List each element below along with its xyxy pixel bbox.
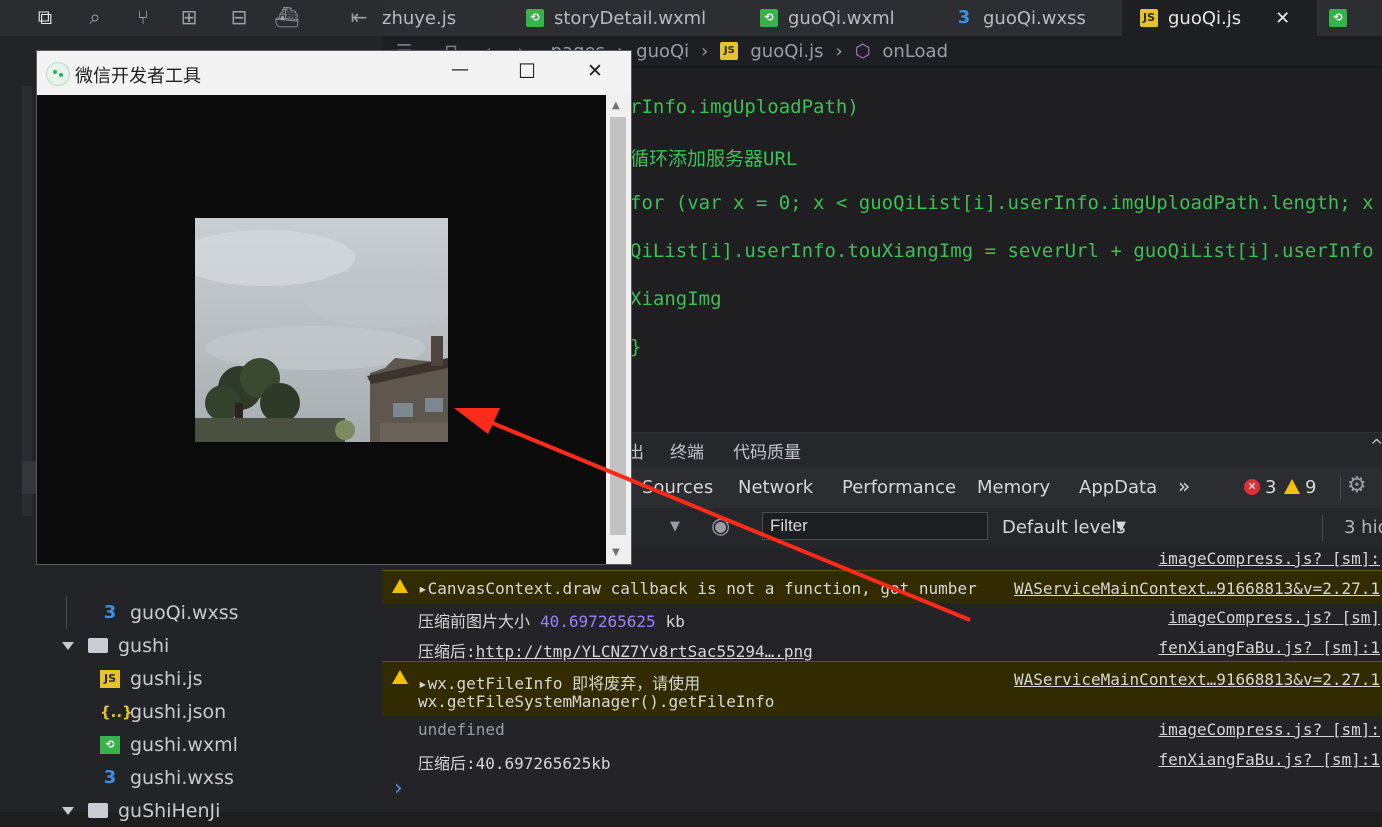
annotation-arrow <box>454 408 971 622</box>
